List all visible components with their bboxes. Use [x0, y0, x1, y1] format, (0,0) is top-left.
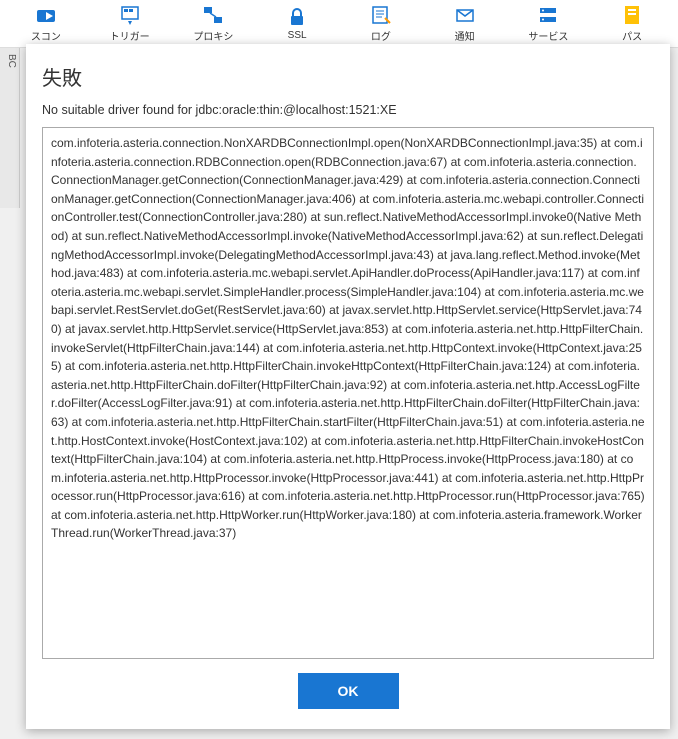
toolbar-item-notify[interactable]: 通知 [423, 3, 507, 45]
dialog-message: No suitable driver found for jdbc:oracle… [42, 103, 654, 117]
log-icon [370, 4, 392, 26]
toolbar-item-path[interactable]: パス [590, 3, 674, 45]
toolbar-item-ssl[interactable]: SSL [255, 3, 339, 45]
service-icon [537, 4, 559, 26]
toolbar-label: SSL [288, 30, 307, 41]
error-dialog: 失敗 No suitable driver found for jdbc:ora… [26, 44, 670, 729]
ssl-lock-icon [286, 6, 308, 28]
notify-icon [454, 4, 476, 26]
dialog-buttons: OK [42, 673, 654, 709]
toolbar-label: スコン [31, 28, 61, 43]
proxy-icon [202, 4, 224, 26]
ok-button[interactable]: OK [298, 673, 399, 709]
toolbar-label: プロキシ [193, 28, 233, 43]
toolbar-icon [35, 4, 57, 26]
toolbar: スコン トリガー プロキシ SSL ログ 通知 サービス パス [0, 0, 678, 48]
toolbar-label: ログ [371, 28, 391, 43]
toolbar-item-service[interactable]: サービス [507, 3, 591, 45]
sidebar: BC [0, 48, 20, 208]
toolbar-item-scon[interactable]: スコン [4, 3, 88, 45]
dialog-title: 失敗 [42, 62, 654, 91]
toolbar-label: サービス [528, 28, 568, 43]
toolbar-label: パス [622, 28, 642, 43]
toolbar-label: 通知 [455, 28, 475, 43]
path-icon [621, 4, 643, 26]
sidebar-label: BC [6, 54, 17, 68]
toolbar-item-trigger[interactable]: トリガー [88, 3, 172, 45]
toolbar-item-log[interactable]: ログ [339, 3, 423, 45]
stacktrace[interactable]: com.infoteria.asteria.connection.NonXARD… [42, 127, 654, 659]
trigger-icon [119, 4, 141, 26]
toolbar-label: トリガー [110, 28, 150, 43]
toolbar-item-proxy[interactable]: プロキシ [172, 3, 256, 45]
